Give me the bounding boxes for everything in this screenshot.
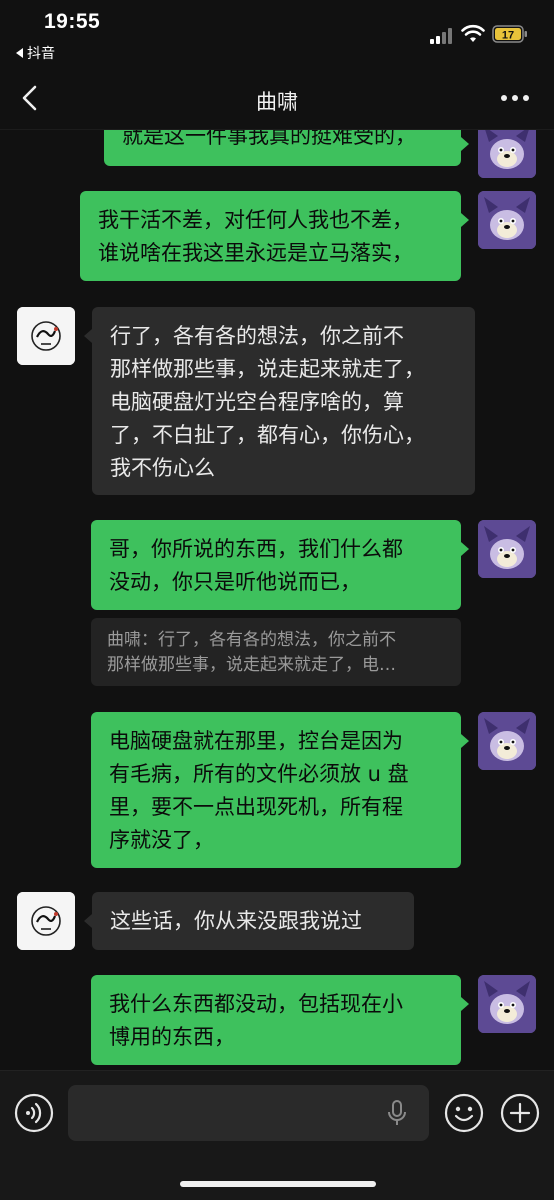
bubble-tail	[461, 213, 469, 227]
message-list[interactable]: 就是这一件事我真的挺难受的， 我干活不差，对任何人我也不差， 谁说啥在我这里永远…	[0, 130, 554, 1070]
emoji-icon[interactable]	[444, 1093, 484, 1133]
message-bubble-me[interactable]: 哥，你所说的东西，我们什么都 没动，你只是听他说而已，	[91, 520, 461, 610]
back-to-app-link[interactable]: 抖音	[16, 43, 55, 63]
message-input[interactable]	[68, 1085, 429, 1141]
bubble-tail	[84, 914, 92, 928]
wifi-icon	[461, 24, 485, 42]
bubble-tail	[461, 734, 469, 748]
back-app-label: 抖音	[27, 46, 55, 62]
bubble-tail	[461, 997, 469, 1011]
back-triangle-icon	[16, 48, 23, 58]
quoted-message[interactable]: 曲啸：行了，各有各的想法，你之前不 那样做那些事，说走起来就走了，电…	[91, 618, 461, 686]
my-avatar[interactable]	[478, 520, 536, 578]
voice-icon[interactable]	[14, 1093, 54, 1133]
my-avatar[interactable]	[478, 130, 536, 178]
signal-icon	[430, 28, 452, 44]
message-bubble-me[interactable]: 我干活不差，对任何人我也不差， 谁说啥在我这里永远是立马落实，	[80, 191, 461, 281]
message-bubble-me[interactable]: 就是这一件事我真的挺难受的，	[104, 130, 461, 166]
status-bar: 19:55 抖音 17	[0, 0, 554, 66]
my-avatar[interactable]	[478, 712, 536, 770]
chat-title: 曲啸	[256, 90, 298, 114]
plus-icon[interactable]	[500, 1093, 540, 1133]
message-bubble-me[interactable]: 我什么东西都没动，包括现在小 博用的东西，	[91, 975, 461, 1065]
more-dots-icon[interactable]	[498, 88, 532, 108]
home-indicator[interactable]	[180, 1181, 376, 1187]
message-bubble-me[interactable]: 电脑硬盘就在那里，控台是因为 有毛病，所有的文件必须放 u 盘 里，要不一点出现…	[91, 712, 461, 868]
battery-icon: 17	[492, 25, 527, 43]
status-time: 19:55	[44, 10, 101, 33]
my-avatar[interactable]	[478, 191, 536, 249]
chat-header: 曲啸	[0, 66, 554, 130]
message-bubble-them[interactable]: 这些话，你从来没跟我说过	[92, 892, 414, 950]
bubble-tail	[84, 329, 92, 343]
message-bubble-them[interactable]: 行了，各有各的想法，你之前不 那样做那些事，说走起来就走了， 电脑硬盘灯光空台程…	[92, 307, 475, 495]
bubble-tail	[461, 137, 469, 151]
bubble-tail	[461, 542, 469, 556]
mic-icon[interactable]	[386, 1099, 408, 1127]
contact-avatar[interactable]	[17, 892, 75, 950]
my-avatar[interactable]	[478, 975, 536, 1033]
contact-avatar[interactable]	[17, 307, 75, 365]
battery-level: 17	[502, 30, 514, 42]
